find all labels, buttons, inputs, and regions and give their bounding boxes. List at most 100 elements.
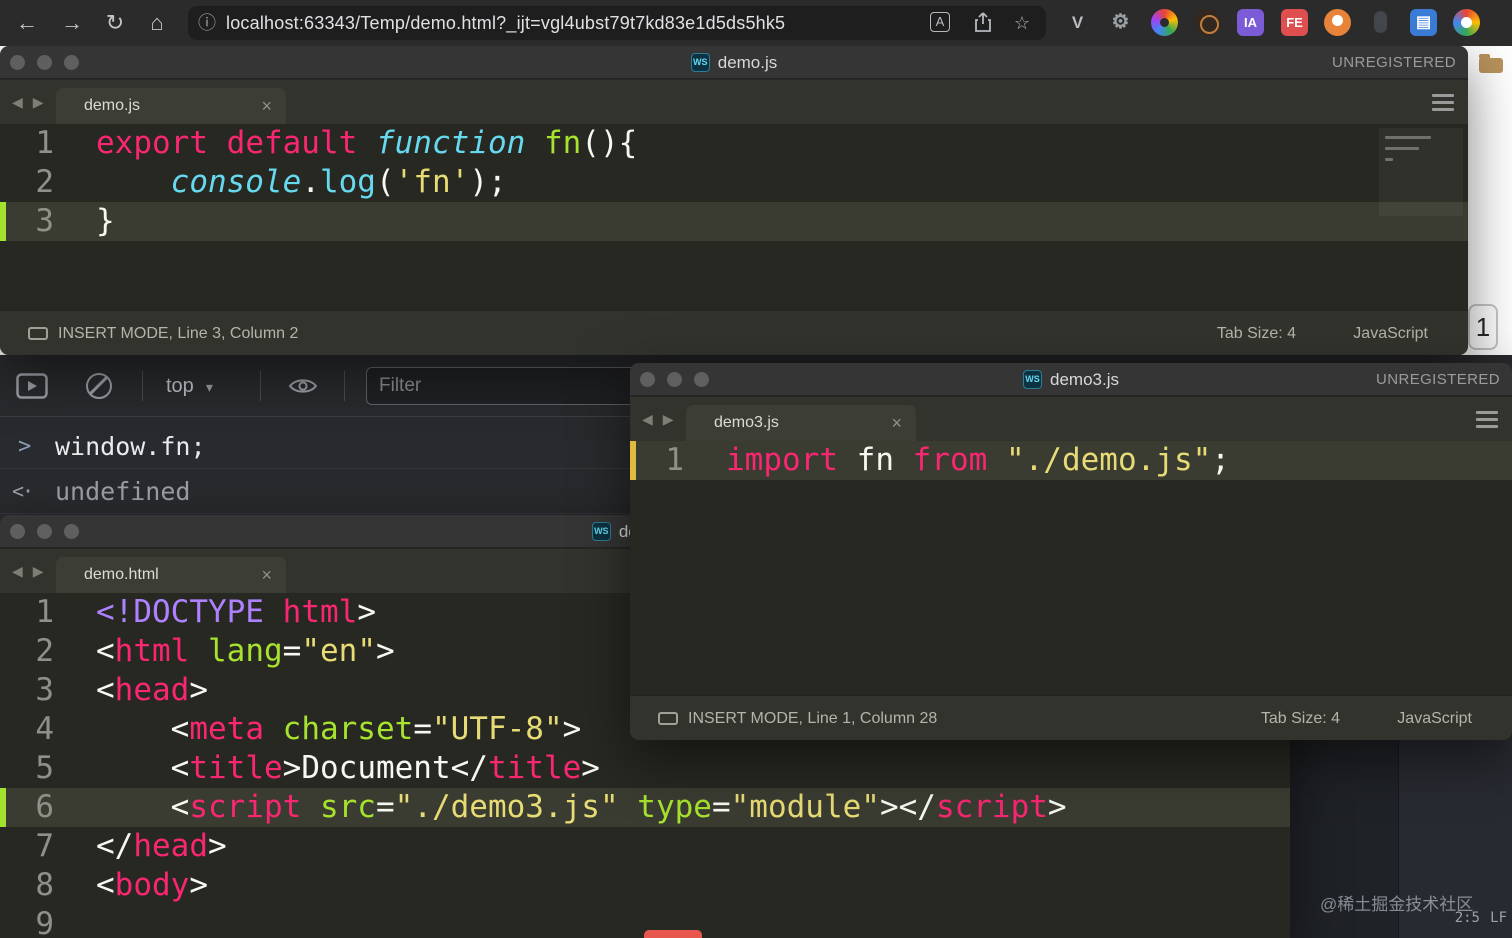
home-icon[interactable]: ⌂ bbox=[142, 8, 172, 38]
code-line: 5 <title>Document</title> bbox=[0, 749, 1290, 788]
line-number: 8 bbox=[35, 867, 54, 903]
console-result: undefined bbox=[55, 477, 191, 506]
line-number: 2 bbox=[35, 164, 54, 200]
tab-demo-js[interactable]: demo.js × bbox=[56, 88, 286, 124]
watermark: @稀土掘金技术社区 bbox=[1320, 895, 1474, 914]
translate-icon[interactable]: A bbox=[930, 12, 950, 32]
code-line: 8 <body> bbox=[0, 866, 1290, 905]
prev-tab-icon[interactable]: ◀ bbox=[12, 563, 23, 580]
extension-orange-icon[interactable] bbox=[1324, 9, 1351, 36]
code-line: 6 <script src="./demo3.js" type="module"… bbox=[0, 788, 1290, 827]
tab-demo3-js[interactable]: demo3.js × bbox=[686, 405, 916, 441]
line-number: 6 bbox=[35, 789, 54, 825]
line-number: 3 bbox=[35, 672, 54, 708]
console-sidebar-icon[interactable] bbox=[16, 373, 48, 404]
next-tab-icon[interactable]: ▶ bbox=[33, 94, 44, 111]
reload-icon[interactable]: ↻ bbox=[100, 8, 130, 38]
code-line: 7 </head> bbox=[0, 827, 1290, 866]
gutter-marker bbox=[0, 788, 6, 827]
code-editor[interactable]: 1 import fn from "./demo.js"; bbox=[630, 441, 1512, 695]
window-demo-js: WS demo.js UNREGISTERED ◀ ▶ demo.js × 1e… bbox=[0, 46, 1468, 355]
clear-console-icon[interactable] bbox=[86, 373, 112, 399]
unregistered-label: UNREGISTERED bbox=[1332, 54, 1456, 71]
prev-tab-icon[interactable]: ◀ bbox=[12, 94, 23, 111]
syntax-language-status[interactable]: JavaScript bbox=[1353, 311, 1428, 355]
code-editor[interactable]: 1 export default function fn(){2 console.… bbox=[0, 124, 1468, 310]
tab-size-status[interactable]: Tab Size: 4 bbox=[1217, 311, 1296, 355]
next-tab-icon[interactable]: ▶ bbox=[33, 563, 44, 580]
forward-icon[interactable]: → bbox=[57, 8, 87, 38]
tab-bar: ◀ ▶ demo3.js × bbox=[630, 397, 1512, 441]
extension-grid-icon[interactable]: ▤ bbox=[1410, 9, 1437, 36]
code-line: 2 console.log('fn'); bbox=[0, 163, 1468, 202]
status-bar: INSERT MODE, Line 3, Column 2 Tab Size: … bbox=[0, 310, 1468, 355]
live-expression-eye-icon[interactable] bbox=[288, 376, 318, 401]
folder-icon[interactable] bbox=[1479, 54, 1503, 73]
code-line: 1 export default function fn(){ bbox=[0, 124, 1468, 163]
overflow-menu-icon[interactable] bbox=[1432, 94, 1454, 97]
console-filter-input[interactable] bbox=[366, 367, 666, 405]
close-tab-icon[interactable]: × bbox=[891, 405, 902, 441]
site-info-icon[interactable]: ⓘ bbox=[198, 12, 216, 34]
webstorm-file-icon: WS bbox=[591, 522, 611, 541]
window-title-text: demo3.js bbox=[1050, 369, 1119, 389]
line-number: 2 bbox=[35, 633, 54, 669]
extension-pinwheel-icon[interactable] bbox=[1151, 9, 1178, 36]
extension-colorwheel-icon[interactable] bbox=[1453, 9, 1480, 36]
window-title: WS demo.js bbox=[0, 46, 1468, 79]
prev-tab-icon[interactable]: ◀ bbox=[642, 411, 653, 428]
share-icon[interactable] bbox=[975, 12, 991, 36]
caret-status-text: INSERT MODE, Line 1, Column 28 bbox=[688, 710, 938, 727]
chevron-down-icon: ▾ bbox=[205, 379, 213, 395]
browser-page-background: 1 bbox=[1468, 46, 1512, 355]
console-result-arrow-icon: <· bbox=[12, 479, 34, 503]
tab-demo-html[interactable]: demo.html × bbox=[56, 557, 286, 593]
caret-status-text: INSERT MODE, Line 3, Column 2 bbox=[58, 325, 299, 342]
javascript-context-dropdown[interactable]: top ▾ bbox=[166, 355, 213, 418]
titlebar[interactable]: WS demo3.js UNREGISTERED bbox=[630, 363, 1512, 396]
titlebar[interactable]: WS demo.js UNREGISTERED bbox=[0, 46, 1468, 79]
extension-camera-icon[interactable] bbox=[1194, 9, 1221, 36]
extension-mouse-icon[interactable] bbox=[1367, 9, 1394, 36]
code-line: 3} bbox=[0, 202, 1468, 241]
line-number: 4 bbox=[35, 711, 54, 747]
address-bar[interactable]: ⓘ localhost:63343/Temp/demo.html?_ijt=vg… bbox=[188, 6, 1046, 40]
window-demo3-js: WS demo3.js UNREGISTERED ◀ ▶ demo3.js × … bbox=[630, 363, 1512, 740]
line-number: 1 bbox=[665, 442, 684, 478]
gutter-marker bbox=[0, 202, 6, 241]
line-number: 1 bbox=[35, 125, 54, 161]
line-number: 3 bbox=[35, 203, 54, 239]
next-tab-icon[interactable]: ▶ bbox=[663, 411, 674, 428]
vintage-mode-icon bbox=[28, 327, 48, 340]
extension-gear-icon[interactable]: ⚙ bbox=[1107, 9, 1134, 36]
code-line: 1 import fn from "./demo.js"; bbox=[630, 441, 1512, 480]
gutter-marker bbox=[630, 441, 636, 480]
line-number: 9 bbox=[35, 906, 54, 938]
screen: ← → ↻ ⌂ ⓘ localhost:63343/Temp/demo.html… bbox=[0, 0, 1512, 938]
tab-label: demo.html bbox=[84, 566, 159, 583]
extension-fe-icon[interactable]: FE bbox=[1281, 9, 1308, 36]
close-tab-icon[interactable]: × bbox=[261, 557, 272, 593]
line-number: 7 bbox=[35, 828, 54, 864]
page-red-element bbox=[644, 930, 702, 938]
syntax-language-status[interactable]: JavaScript bbox=[1397, 696, 1472, 740]
window-title-text: demo.js bbox=[717, 52, 778, 72]
overflow-menu-icon[interactable] bbox=[1476, 411, 1498, 414]
extension-v-icon[interactable]: V bbox=[1064, 9, 1091, 36]
extension-ia-icon[interactable]: IA bbox=[1237, 9, 1264, 36]
close-tab-icon[interactable]: × bbox=[261, 88, 272, 124]
console-prompt-icon: > bbox=[18, 434, 32, 459]
tab-label: demo3.js bbox=[714, 414, 779, 431]
url-text[interactable]: localhost:63343/Temp/demo.html?_ijt=vgl4… bbox=[226, 13, 785, 34]
vintage-mode-icon bbox=[658, 712, 678, 725]
toolbar-divider bbox=[260, 371, 261, 401]
tab-label: demo.js bbox=[84, 97, 141, 114]
bookmark-star-icon[interactable]: ☆ bbox=[1014, 13, 1030, 33]
tab-bar: ◀ ▶ demo.js × bbox=[0, 80, 1468, 124]
webstorm-file-icon: WS bbox=[1023, 370, 1042, 389]
line-ending-status[interactable]: LF bbox=[1490, 910, 1507, 926]
tab-size-status[interactable]: Tab Size: 4 bbox=[1261, 696, 1340, 740]
page-number-box: 1 bbox=[1468, 304, 1498, 350]
minimap[interactable] bbox=[1379, 128, 1463, 216]
back-icon[interactable]: ← bbox=[12, 8, 42, 38]
